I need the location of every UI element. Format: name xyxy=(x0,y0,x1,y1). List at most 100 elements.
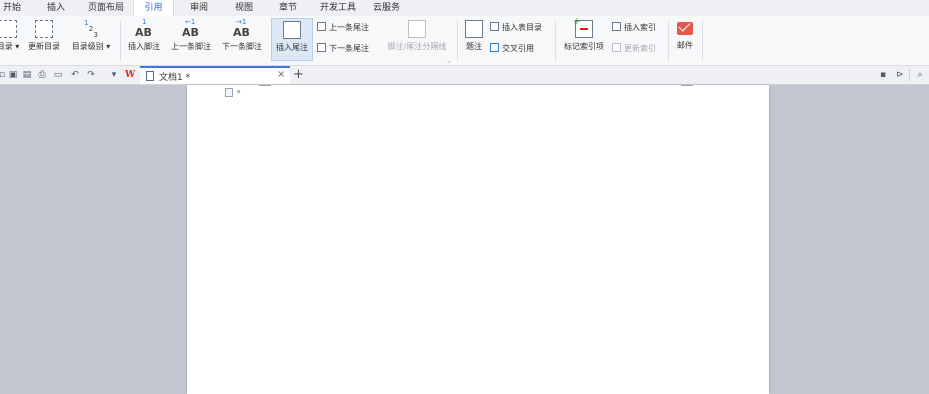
dropdown-arrow-icon: ▾ xyxy=(12,42,20,51)
dialog-launcher-icon[interactable]: ⌟ xyxy=(447,57,450,64)
prev-endnote-label: 上一条尾注 xyxy=(329,23,369,32)
menu-bar: 开始 插入 页面布局 引用 审阅 视图 章节 开发工具 云服务 xyxy=(0,0,929,17)
update-index-label: 更新索引 xyxy=(624,44,656,53)
menu-insert[interactable]: 插入 xyxy=(47,0,65,16)
update-toc-icon xyxy=(35,20,53,38)
document-workspace: ▾ xyxy=(0,85,929,394)
update-index-button[interactable]: 更新索引 xyxy=(612,43,656,54)
print-icon[interactable]: ⎙ xyxy=(37,70,47,80)
search-icon[interactable]: ⌕ xyxy=(915,70,925,80)
separator-label: 脚注/尾注分隔线 xyxy=(387,42,447,51)
next-endnote-label: 下一条尾注 xyxy=(329,44,369,53)
new-tab-button[interactable]: + xyxy=(293,66,304,84)
prev-footnote-button[interactable]: ←1 AB 上一条脚注 xyxy=(168,16,214,52)
cross-reference-label: 交叉引用 xyxy=(502,44,534,53)
menu-view[interactable]: 视图 xyxy=(235,0,253,16)
separator xyxy=(120,20,121,61)
menu-references[interactable]: 引用 xyxy=(133,0,174,17)
insert-footnote-icon: 1 AB xyxy=(135,18,153,39)
insert-footnote-label: 插入脚注 xyxy=(128,42,160,51)
redo-icon[interactable]: ↷ xyxy=(86,70,96,80)
ribbon: 目录 ▾ 更新目录 1 2 3 目录级别 ▾ 1 AB 插入脚注 ←1 AB 上… xyxy=(0,16,929,66)
insert-endnote-button[interactable]: 插入尾注 xyxy=(271,18,313,61)
next-footnote-icon: →1 AB xyxy=(233,18,251,39)
menu-page-layout[interactable]: 页面布局 xyxy=(88,0,124,16)
mark-index-button[interactable]: + 标记索引项 xyxy=(560,16,608,52)
update-index-icon xyxy=(612,43,621,52)
mark-index-icon: + xyxy=(573,17,593,38)
margin-marker xyxy=(681,85,693,86)
document-page[interactable]: ▾ xyxy=(187,85,769,394)
insert-footnote-button[interactable]: 1 AB 插入脚注 xyxy=(125,16,163,52)
right-arrow-icon: →1 xyxy=(236,18,247,26)
table-of-figures-icon xyxy=(490,22,499,31)
cross-reference-icon xyxy=(490,43,499,52)
separator xyxy=(702,20,703,61)
next-footnote-label: 下一条脚注 xyxy=(222,42,262,51)
mail-icon xyxy=(677,19,693,35)
footnote-separator-button[interactable]: 脚注/尾注分隔线 xyxy=(382,16,452,52)
customize-dropdown-icon[interactable]: ▾ xyxy=(109,70,119,80)
separator xyxy=(909,69,910,81)
toc-icon xyxy=(0,20,17,38)
caption-icon xyxy=(465,20,483,38)
close-tab-icon[interactable]: × xyxy=(277,69,285,80)
footnote-sup: 1 xyxy=(142,18,147,26)
next-endnote-icon xyxy=(317,43,326,52)
plus-icon: + xyxy=(573,17,581,27)
comment-icon[interactable]: ▪ xyxy=(878,70,888,80)
ab-text: AB xyxy=(135,26,152,39)
insert-table-of-figures-label: 插入表目录 xyxy=(502,23,542,32)
menu-cloud[interactable]: 云服务 xyxy=(373,0,400,16)
caption-button[interactable]: 题注 xyxy=(462,16,486,52)
insert-index-label: 插入索引 xyxy=(624,23,656,32)
prev-footnote-icon: ←1 AB xyxy=(182,18,200,39)
toc-label: 目录 xyxy=(0,42,13,51)
separator xyxy=(555,20,556,61)
prev-endnote-icon xyxy=(317,22,326,31)
envelope-flap xyxy=(678,19,691,32)
menu-review[interactable]: 审阅 xyxy=(190,0,208,16)
toc-level-button[interactable]: 1 2 3 目录级别 ▾ xyxy=(68,16,114,52)
update-toc-button[interactable]: 更新目录 xyxy=(25,16,63,52)
mark-index-label: 标记索引项 xyxy=(564,42,604,51)
chevron-down-icon[interactable]: ▾ xyxy=(237,88,241,96)
ab-text: AB xyxy=(233,26,250,39)
menu-chapter[interactable]: 章节 xyxy=(279,0,297,16)
cross-reference-button[interactable]: 交叉引用 xyxy=(490,43,534,54)
save-icon[interactable]: ▣ xyxy=(8,70,18,80)
paragraph-handle-icon[interactable] xyxy=(225,88,233,97)
separator-line-icon xyxy=(408,20,426,38)
insert-index-button[interactable]: 插入索引 xyxy=(612,22,656,33)
menu-start[interactable]: 开始 xyxy=(3,0,21,16)
left-arrow-icon: ←1 xyxy=(185,18,196,26)
wps-logo-icon[interactable]: W xyxy=(125,70,135,80)
filter-icon[interactable]: ⊳ xyxy=(895,70,905,80)
insert-table-of-figures-button[interactable]: 插入表目录 xyxy=(490,22,542,33)
minus-icon xyxy=(580,28,588,30)
next-footnote-button[interactable]: →1 AB 下一条脚注 xyxy=(219,16,265,52)
undo-icon[interactable]: ↶ xyxy=(70,70,80,80)
mail-label: 邮件 xyxy=(677,41,693,50)
export-pdf-icon[interactable]: ▤ xyxy=(22,70,32,80)
new-doc-icon[interactable]: ▫ xyxy=(0,70,7,80)
toc-level-label: 目录级别 xyxy=(71,42,104,51)
quick-access-toolbar: ▫ ▣ ▤ ⎙ ▭ ↶ ↷ ▾ W 文档1 * × + ▪ ⊳ ⌕ xyxy=(0,66,929,85)
insert-endnote-icon xyxy=(283,21,301,39)
document-tab[interactable]: 文档1 * × xyxy=(140,66,290,84)
prev-endnote-button[interactable]: 上一条尾注 xyxy=(317,22,369,33)
document-icon xyxy=(146,71,154,81)
document-tab-title: 文档1 * xyxy=(159,73,191,83)
prev-footnote-label: 上一条脚注 xyxy=(171,42,211,51)
toc-level-icon: 1 2 3 xyxy=(82,20,100,39)
menu-developer[interactable]: 开发工具 xyxy=(320,0,356,16)
next-endnote-button[interactable]: 下一条尾注 xyxy=(317,43,369,54)
update-toc-label: 更新目录 xyxy=(28,42,60,51)
insert-endnote-label: 插入尾注 xyxy=(276,43,308,52)
print-preview-icon[interactable]: ▭ xyxy=(53,70,63,80)
toc-button[interactable]: 目录 ▾ xyxy=(0,16,22,52)
mail-button[interactable]: 邮件 xyxy=(672,16,698,51)
separator xyxy=(668,20,669,61)
insert-index-icon xyxy=(612,22,621,31)
ab-text: AB xyxy=(182,26,199,39)
